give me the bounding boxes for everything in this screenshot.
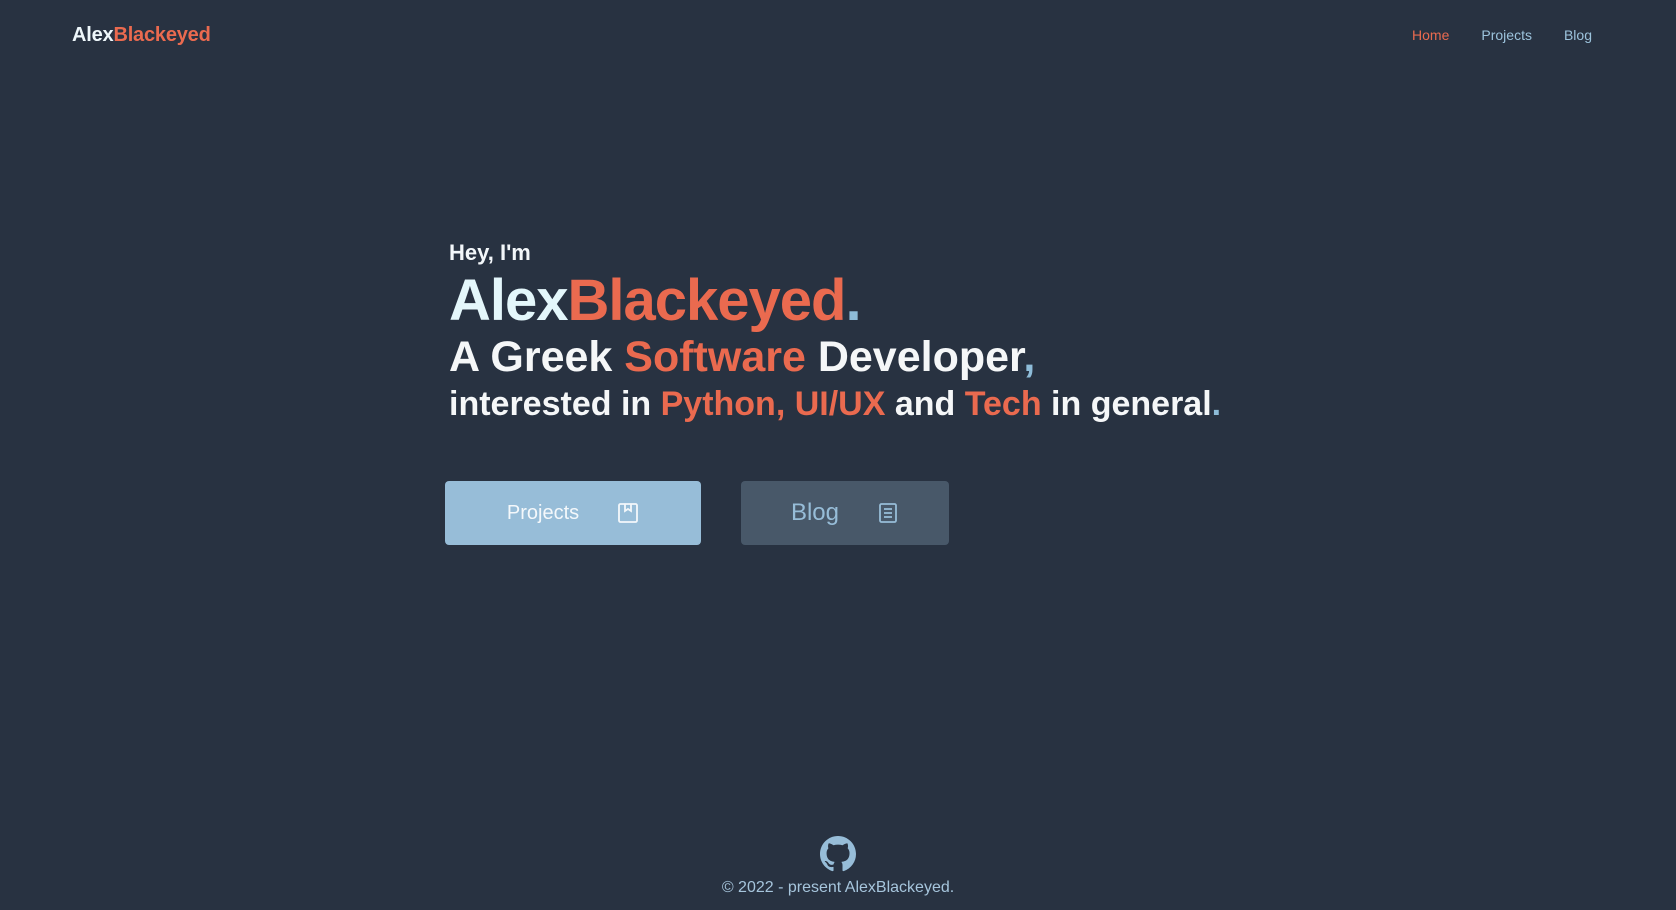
tagline-2-and: and xyxy=(885,385,965,423)
tagline-2-punct: . xyxy=(1211,385,1222,423)
tagline-1-punct: , xyxy=(1023,333,1036,381)
bookmark-box-icon xyxy=(617,502,639,524)
main-nav: Home Projects Blog xyxy=(1412,27,1592,43)
logo-first: Alex xyxy=(72,24,114,46)
tagline-2-text-b: in general xyxy=(1041,385,1212,423)
nav-projects[interactable]: Projects xyxy=(1481,27,1532,43)
blog-button-label: Blog xyxy=(790,499,840,526)
site-footer: © 2022 - present AlexBlackeyed. xyxy=(0,836,1676,897)
greeting: Hey, I'm xyxy=(449,240,531,265)
site-header: AlexBlackeyed Home Projects Blog xyxy=(0,0,1676,74)
nav-blog[interactable]: Blog xyxy=(1564,27,1592,43)
nav-home[interactable]: Home xyxy=(1412,27,1449,43)
name-last: Blackeyed xyxy=(567,268,847,333)
hero-section: Hey, I'm AlexBlackeyed. A Greek Software… xyxy=(449,236,1349,426)
name-first: Alex xyxy=(449,268,569,333)
tagline-1-text-a: A Greek xyxy=(449,333,625,381)
tagline-2-text-a: interested in xyxy=(449,385,661,423)
tagline-1-highlight: Software xyxy=(624,333,806,381)
tagline-2-uiux: UI/UX xyxy=(794,385,886,423)
projects-button-label: Projects xyxy=(506,501,580,524)
copyright-text: © 2022 - present AlexBlackeyed. xyxy=(721,879,955,896)
tagline-line-1: A Greek Software Developer, xyxy=(449,332,1349,382)
tagline-2-comma: , xyxy=(775,385,786,423)
logo-last: Blackeyed xyxy=(113,24,211,46)
site-logo[interactable]: AlexBlackeyed xyxy=(72,24,211,47)
blog-button[interactable]: Blog xyxy=(741,481,949,545)
hero-name: AlexBlackeyed. xyxy=(449,270,1349,332)
tagline-2-tech: Tech xyxy=(964,385,1042,423)
tagline-2-space xyxy=(785,385,794,423)
projects-button[interactable]: Projects xyxy=(445,481,701,545)
document-icon xyxy=(877,502,899,524)
github-icon[interactable] xyxy=(820,836,856,872)
tagline-2-python: Python xyxy=(660,385,776,423)
tagline-1-text-b: Developer xyxy=(805,333,1024,381)
tagline-line-2: interested in Python, UI/UX and Tech in … xyxy=(449,382,1349,426)
name-dot: . xyxy=(845,268,862,333)
